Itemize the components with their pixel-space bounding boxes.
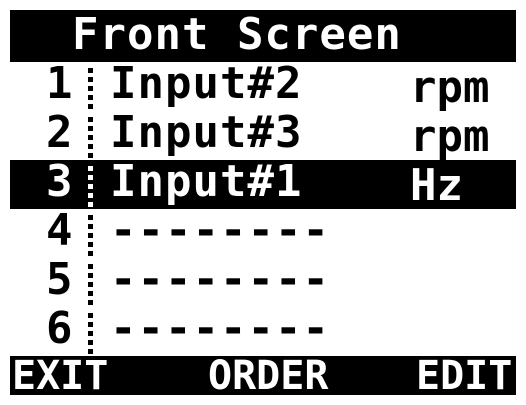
list-item[interactable]: 6 -------- <box>10 307 516 356</box>
colon-separator <box>88 68 93 110</box>
title-bar: Front Screen <box>10 10 516 60</box>
softkey-bar: EXIT ORDER EDIT <box>10 356 516 395</box>
item-name: -------- <box>110 307 330 354</box>
list-item[interactable]: 3 Input#1 Hz <box>10 160 516 209</box>
item-number: 4 <box>46 209 73 256</box>
item-unit: Hz <box>410 160 463 209</box>
colon-separator <box>88 264 93 306</box>
item-number: 6 <box>46 307 73 354</box>
screen-title: Front Screen <box>72 10 402 60</box>
colon-separator <box>88 313 93 355</box>
item-unit: rpm <box>410 62 490 111</box>
lcd-display: Front Screen 1 Input#2 rpm 2 Input#3 rpm… <box>10 10 516 395</box>
list-item[interactable]: 1 Input#2 rpm <box>10 62 516 111</box>
channel-list: 1 Input#2 rpm 2 Input#3 rpm 3 Input#1 Hz… <box>10 62 516 356</box>
item-number: 3 <box>46 160 73 207</box>
item-name: -------- <box>110 258 330 305</box>
exit-softkey[interactable]: EXIT <box>12 356 108 395</box>
item-number: 2 <box>46 111 73 158</box>
edit-softkey[interactable]: EDIT <box>416 356 512 395</box>
item-name: Input#2 <box>110 62 303 109</box>
item-name: Input#3 <box>110 111 303 158</box>
item-unit: rpm <box>410 111 490 160</box>
item-name: -------- <box>110 209 330 256</box>
colon-separator <box>88 215 93 257</box>
device-screen: Front Screen 1 Input#2 rpm 2 Input#3 rpm… <box>0 0 526 405</box>
item-number: 1 <box>46 62 73 109</box>
list-item[interactable]: 5 -------- <box>10 258 516 307</box>
item-name: Input#1 <box>110 160 303 207</box>
colon-separator <box>88 166 93 208</box>
item-number: 5 <box>46 258 73 305</box>
list-item[interactable]: 4 -------- <box>10 209 516 258</box>
list-item[interactable]: 2 Input#3 rpm <box>10 111 516 160</box>
order-softkey[interactable]: ORDER <box>208 356 328 395</box>
colon-separator <box>88 117 93 159</box>
